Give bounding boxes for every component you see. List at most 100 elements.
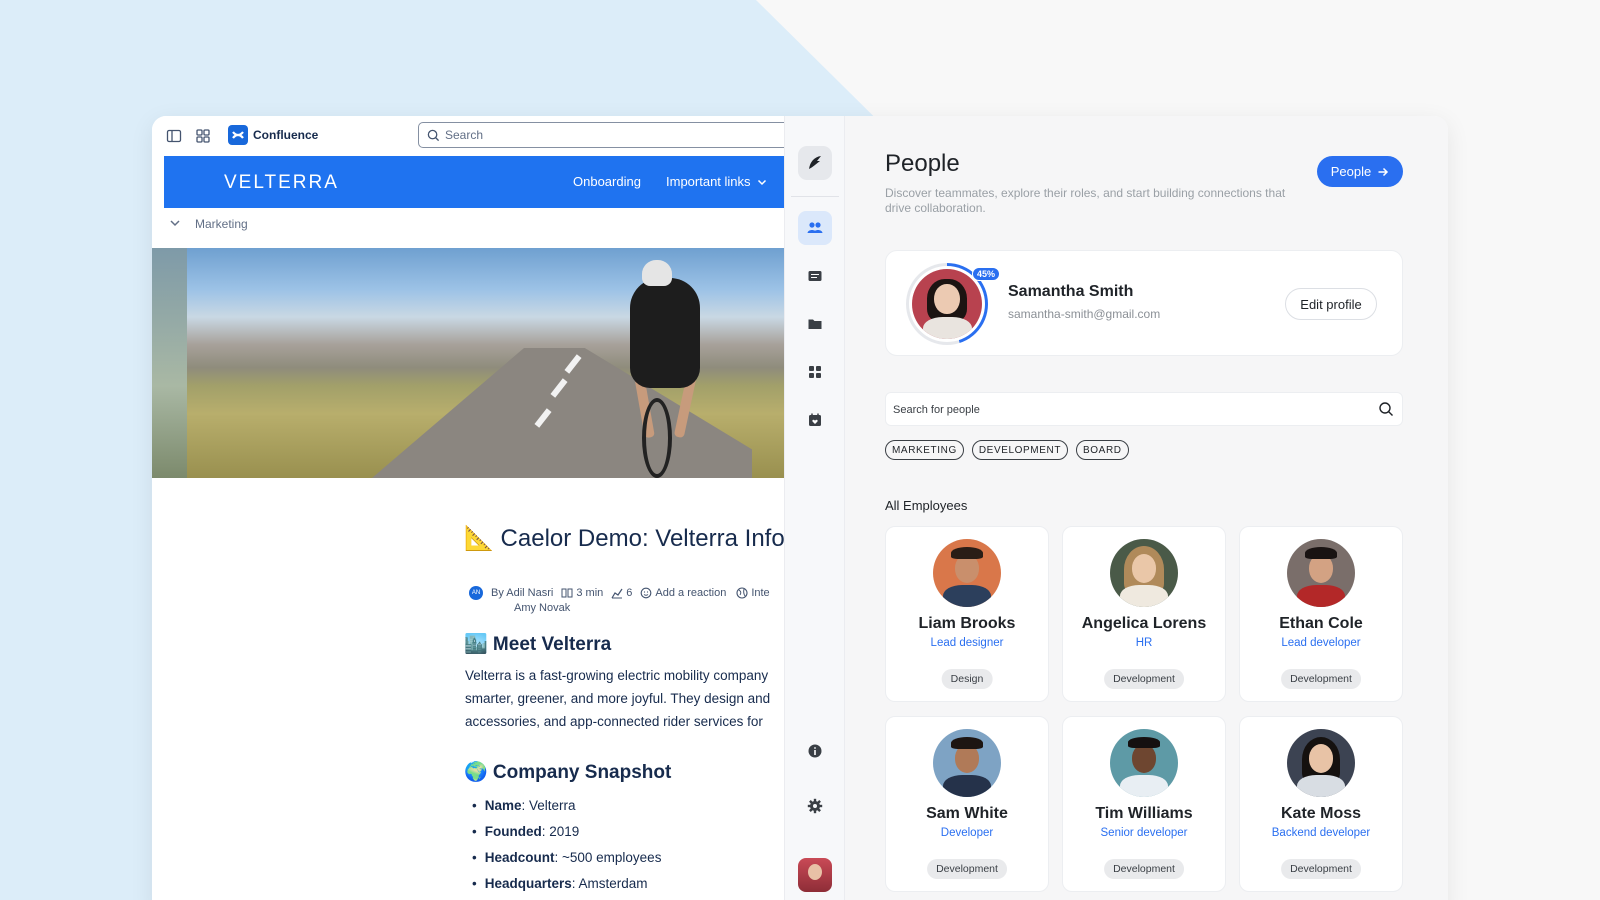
breadcrumb[interactable]: Marketing [195, 217, 248, 231]
intro-line: Velterra is a fast-growing electric mobi… [465, 668, 769, 683]
avatar-shirt [1120, 585, 1168, 607]
profile-card: 45% Samantha Smith samantha-smith@gmail.… [885, 250, 1403, 356]
people-search-placeholder: Search for people [893, 404, 980, 416]
rail-settings-button[interactable] [798, 789, 832, 823]
filter-chip-development[interactable]: DEVELOPMENT [971, 440, 1069, 460]
avatar-shirt [1297, 585, 1345, 607]
avatar-hair [950, 737, 984, 750]
people-button-label: People [1330, 164, 1372, 179]
avatar-hair [1127, 737, 1161, 749]
nav-important-links-menu[interactable]: Important links [666, 174, 767, 189]
employee-name: Liam Brooks [918, 615, 1016, 632]
profile-name: Samantha Smith [1008, 283, 1134, 300]
people-search-input[interactable]: Search for people [885, 392, 1403, 426]
avatar-face [1308, 743, 1334, 773]
avatar-face [934, 284, 960, 314]
section-heading-meet: 🏙️ Meet Velterra [464, 634, 612, 655]
globe-icon [736, 587, 748, 599]
intro-line: accessories, and app-connected rider ser… [465, 714, 763, 729]
employee-name: Sam White [926, 805, 1008, 822]
folder-icon [808, 319, 822, 329]
sidebar-toggle-icon[interactable] [166, 128, 182, 144]
list-item: Headquarters: Amsterdam [472, 870, 661, 896]
app-name[interactable]: Confluence [253, 128, 318, 142]
intro-line: smarter, greener, and more joyful. They … [465, 691, 771, 706]
team-badge: Development [1281, 859, 1361, 879]
rail-info-button[interactable] [798, 734, 832, 768]
employee-card[interactable]: Kate Moss Backend developer Development [1239, 716, 1403, 892]
page-subtitle: Discover teammates, explore their roles,… [885, 186, 1286, 215]
brand-logo[interactable]: VELTERRA [224, 172, 339, 194]
calendar-heart-icon [809, 413, 821, 426]
snapshot-key: Founded [484, 823, 542, 839]
employee-role: Lead developer [1281, 637, 1361, 649]
employee-card[interactable]: Angelica Lorens HR Development [1062, 526, 1226, 702]
translate-label: Inte [751, 587, 770, 599]
confluence-logo-icon[interactable] [228, 125, 248, 145]
confluence-pane: Confluence Search VELTERRA Onboarding Im… [152, 116, 784, 900]
rail-divider [791, 196, 839, 197]
coauthor[interactable]: Amy Novak [514, 602, 570, 614]
filter-chip-marketing[interactable]: MARKETING [885, 440, 964, 460]
snapshot-list: Name: Velterra Founded: 2019 Headcount: … [472, 792, 662, 896]
intro-paragraph: Velterra is a fast-growing electric mobi… [465, 664, 784, 733]
employee-role: Developer [940, 827, 994, 839]
filter-chip-board[interactable]: BOARD [1076, 440, 1129, 460]
apps-grid-icon[interactable] [195, 128, 211, 144]
people-panel: People Discover teammates, explore their… [845, 116, 1448, 900]
people-button[interactable]: People [1317, 156, 1403, 187]
snapshot-value: : Amsterdam [571, 875, 648, 891]
bicycle-wheel [642, 398, 672, 478]
section-heading-snapshot: 🌍 Company Snapshot [464, 762, 672, 783]
translate-control[interactable]: Inte [736, 587, 770, 599]
gear-icon [807, 798, 823, 814]
user-avatar[interactable] [798, 858, 832, 892]
team-badge: Development [927, 859, 1007, 879]
employee-card[interactable]: Liam Brooks Lead designer Design [885, 526, 1049, 702]
avatar-shirt [943, 775, 991, 797]
section-title: All Employees [885, 498, 968, 513]
rail-people-button[interactable] [798, 211, 832, 245]
edit-profile-button[interactable]: Edit profile [1285, 288, 1377, 320]
collapse-chevron-icon[interactable] [168, 216, 182, 230]
employee-card[interactable]: Ethan Cole Lead developer Development [1239, 526, 1403, 702]
employee-card[interactable]: Tim Williams Senior developer Developmen… [1062, 716, 1226, 892]
employee-grid: Liam Brooks Lead designer Design Angelic… [885, 526, 1403, 892]
views[interactable]: 6 [611, 587, 632, 599]
employee-role: Senior developer [1100, 827, 1188, 839]
read-time: 3 min [561, 587, 603, 599]
rail-messages-button[interactable] [798, 259, 832, 293]
avatar[interactable] [912, 269, 982, 339]
team-badge: Development [1281, 669, 1361, 689]
completion-badge: 45% [972, 267, 1001, 281]
people-icon [807, 222, 823, 233]
snapshot-value: : Velterra [521, 797, 576, 813]
grid-icon [809, 366, 821, 378]
rail-files-button[interactable] [798, 307, 832, 341]
add-reaction-button[interactable]: Add a reaction [640, 587, 726, 599]
author-avatar[interactable]: AN [469, 586, 483, 600]
avatar [1110, 539, 1178, 607]
search-icon[interactable] [1378, 401, 1394, 417]
author-byline[interactable]: By Adil Nasri [491, 587, 553, 599]
global-search-input[interactable]: Search [418, 122, 784, 148]
nav-onboarding-link[interactable]: Onboarding [573, 174, 641, 189]
employee-name: Tim Williams [1095, 805, 1193, 822]
avatar [1110, 729, 1178, 797]
avatar-shirt [943, 585, 991, 607]
employee-name: Kate Moss [1280, 805, 1362, 822]
employee-name: Angelica Lorens [1081, 615, 1207, 632]
cyclist [630, 278, 700, 388]
snapshot-key: Headcount [484, 849, 555, 865]
cyclist-helmet [642, 260, 672, 286]
chevron-down-icon [757, 179, 766, 185]
app-logo-icon[interactable] [798, 146, 832, 180]
snapshot-value: : ~500 employees [554, 849, 662, 865]
arrow-right-icon [1378, 167, 1389, 176]
employee-card[interactable]: Sam White Developer Development [885, 716, 1049, 892]
snapshot-key: Headquarters [484, 875, 572, 891]
views-count: 6 [626, 587, 633, 599]
smiley-add-icon [641, 587, 652, 599]
rail-events-button[interactable] [798, 403, 832, 437]
rail-apps-button[interactable] [798, 355, 832, 389]
